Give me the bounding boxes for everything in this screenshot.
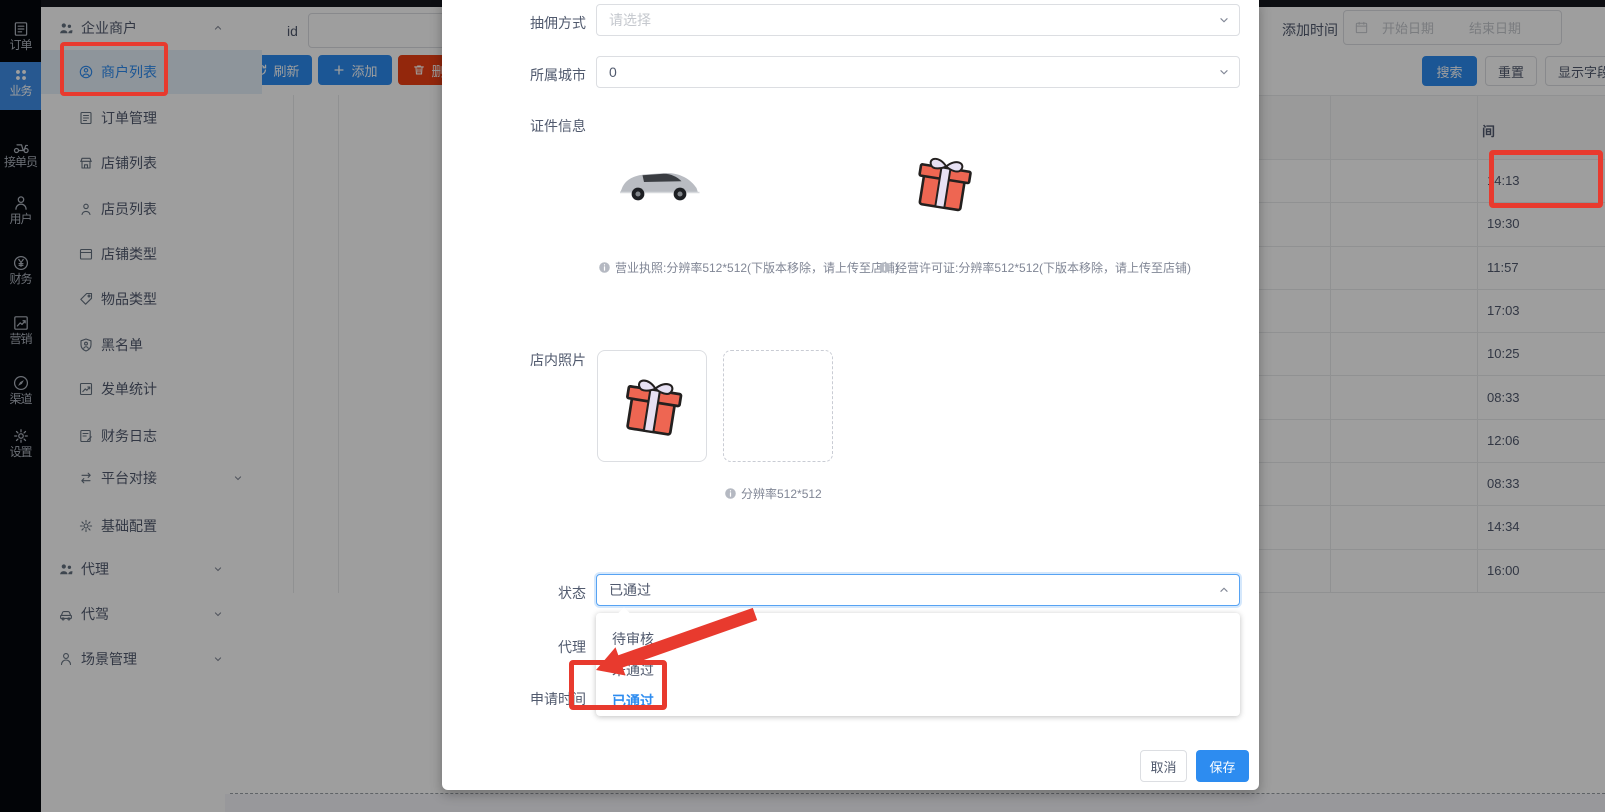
edit-merchant-modal: 抽佣方式 请选择 所属城市 0 证件信息 营	[442, 0, 1259, 790]
info-icon	[878, 261, 891, 274]
info-icon	[724, 487, 737, 500]
commission-select[interactable]: 请选择	[596, 4, 1240, 36]
permit-note: 经营许可证:分辨率512*512(下版本移除，请上传至店铺)	[878, 259, 1191, 276]
gift-image	[612, 365, 692, 447]
status-option-3[interactable]: 已通过	[596, 685, 1240, 716]
commission-label: 抽佣方式	[466, 13, 586, 33]
apply-time-label: 申请时间	[466, 689, 586, 709]
chevron-up-icon	[1217, 583, 1231, 597]
photo-note: 分辨率512*512	[724, 485, 822, 502]
save-button[interactable]: 保存	[1196, 750, 1249, 782]
city-label: 所属城市	[466, 65, 586, 85]
annotation-box-edit-button	[1489, 150, 1603, 208]
status-label: 状态	[466, 583, 586, 603]
annotation-arrow	[575, 600, 775, 680]
license-note: 营业执照:分辨率512*512(下版本移除，请上传至店铺)	[598, 259, 899, 276]
photo-upload-box[interactable]	[723, 350, 833, 462]
agent-label: 代理	[466, 637, 586, 657]
status-value: 已通过	[609, 580, 651, 600]
business-license-image[interactable]	[614, 158, 704, 206]
cancel-button[interactable]: 取消	[1140, 750, 1187, 782]
city-select[interactable]: 0	[596, 56, 1240, 88]
chevron-down-icon	[1217, 13, 1231, 27]
city-value: 0	[609, 64, 617, 80]
annotation-box-merchant-list	[60, 42, 168, 96]
business-permit-image[interactable]	[905, 144, 981, 222]
shop-photos-label: 店内照片	[466, 350, 586, 370]
chevron-down-icon	[1217, 65, 1231, 79]
shop-photo-thumbnail[interactable]	[597, 350, 707, 462]
info-icon	[598, 261, 611, 274]
certificates-label: 证件信息	[466, 116, 586, 136]
commission-placeholder: 请选择	[609, 10, 651, 30]
